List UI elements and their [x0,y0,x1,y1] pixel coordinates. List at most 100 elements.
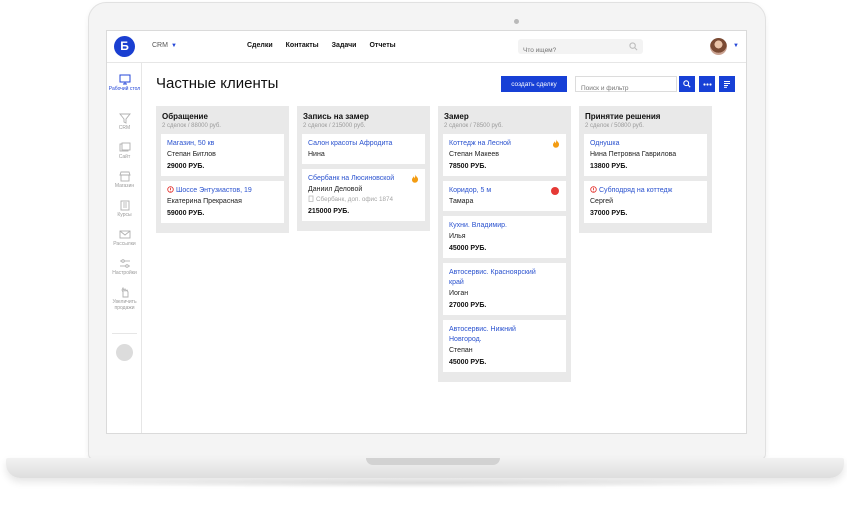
sidebar-item-site[interactable]: Сайт [107,142,142,160]
column-title: Замер [444,112,469,121]
sidebar-item-label: Магазин [114,183,135,189]
module-switcher[interactable]: CRM ▼ [152,42,177,49]
more-dots-icon [702,82,712,86]
nav-deals[interactable]: Сделки [247,42,273,49]
more-button[interactable] [699,76,715,92]
column-summary: 2 сделок / 78500 руб. [444,123,503,129]
nav-reports[interactable]: Отчеты [369,42,395,49]
laptop-base [6,458,844,478]
view-list-button[interactable] [719,76,735,92]
book-icon [120,200,129,211]
column-title: Принятие решения [585,112,661,121]
alert-clock-icon [167,186,174,193]
deal-title[interactable]: Автосервис. Нижний Новгород. [449,325,560,345]
sidebar-item-courses[interactable]: Курсы [107,200,142,218]
deal-card[interactable]: Коридор, 5 м Тамара [443,181,566,211]
deal-note-text: Сбербанк, доп. офис 1874 [316,196,393,203]
sidebar-item-label: Сайт [118,154,131,160]
deal-card[interactable]: Автосервис. Красноярский край Иоган 2700… [443,263,566,315]
deal-price: 78500 РУБ. [449,163,487,170]
user-avatar[interactable] [710,38,727,55]
deal-title[interactable]: Коридор, 5 м [449,186,560,196]
user-icon[interactable] [116,344,133,361]
deal-card[interactable]: Автосервис. Нижний Новгород. Степан 4500… [443,320,566,372]
deal-contact: Илья [449,233,466,240]
top-bar: Б CRM▼ Сделки Контакты Задачи Отчеты ▼ [107,31,746,63]
deal-title-wrap[interactable]: Субподряд на коттедж [590,186,701,196]
deal-title-wrap[interactable]: Шоссе Энтузиастов, 19 [167,186,278,196]
sidebar-item-settings[interactable]: Настройки [107,258,142,276]
deal-card[interactable]: Салон красоты Афродита Нина [302,134,425,164]
nav-tasks[interactable]: Задачи [332,42,357,49]
app-logo[interactable]: Б [114,36,135,57]
global-search-input[interactable] [518,43,626,58]
office-icon [308,195,314,202]
column-summary: 2 сделок / 215000 руб. [303,123,366,129]
site-icon [119,142,130,152]
deal-title[interactable]: Автосервис. Красноярский край [449,268,560,288]
deal-contact: Степан [449,347,473,354]
deal-price: 29000 РУБ. [167,163,205,170]
settings-icon [119,259,130,268]
deal-price: 45000 РУБ. [449,245,487,252]
search-filter-input[interactable] [576,81,676,96]
pipeline-column: Замер 2 сделок / 78500 руб. Коттедж на Л… [438,106,571,382]
search-icon[interactable] [629,42,638,51]
deal-title[interactable]: Кухни. Владимир. [449,221,560,231]
deal-card[interactable]: Кухни. Владимир. Илья 45000 РУБ. [443,216,566,258]
page-title: Частные клиенты [156,75,279,92]
deal-contact: Нина [308,151,325,158]
growth-icon [120,287,128,298]
nav-contacts[interactable]: Контакты [286,42,319,49]
sidebar: Рабочий стол CRM Сайт Магазин Курсы Расс… [107,63,142,433]
sidebar-item-desktop[interactable]: Рабочий стол [107,74,142,92]
sidebar-item-label: Настройки [112,270,137,276]
deal-card[interactable]: Сбербанк на Люсиновской Даниил Деловой С… [302,169,425,221]
deal-price: 215000 РУБ. [308,208,350,215]
sidebar-item-crm[interactable]: CRM [107,113,142,131]
deal-title: Субподряд на коттедж [599,187,673,194]
deal-contact: Степан Битлов [167,151,216,158]
deal-title[interactable]: Коттедж на Лесной [449,139,560,149]
deal-contact: Степан Макеев [449,151,500,158]
stop-icon [551,187,559,195]
deal-title[interactable]: Однушка [590,139,701,149]
sidebar-item-store[interactable]: Магазин [107,171,142,189]
chevron-down-icon[interactable]: ▼ [733,43,739,49]
deal-contact: Даниил Деловой [308,186,363,193]
deal-contact: Нина Петровна Гаврилова [590,151,677,158]
list-view-icon [724,81,730,88]
deal-contact: Сергей [590,198,614,205]
column-title: Запись на замер [303,112,369,121]
global-search [518,39,643,58]
alert-clock-icon [590,186,597,193]
deal-card[interactable]: Шоссе Энтузиастов, 19 Екатерина Прекрасн… [161,181,284,223]
deal-card[interactable]: Магазин, 50 кв Степан Битлов 29000 РУБ. [161,134,284,176]
sidebar-item-mailing[interactable]: Рассылки [107,229,142,247]
create-deal-button[interactable]: создать сделку [501,76,567,92]
column-title: Обращение [162,112,208,121]
deal-price: 45000 РУБ. [449,359,487,366]
deal-contact: Иоган [449,290,469,297]
deal-card[interactable]: Субподряд на коттедж Сергей 37000 РУБ. [584,181,707,223]
column-summary: 2 сделок / 50800 руб. [585,123,644,129]
laptop-notch [366,458,500,465]
deal-price: 37000 РУБ. [590,210,628,217]
deal-price: 59000 РУБ. [167,210,205,217]
deal-title[interactable]: Сбербанк на Люсиновской [308,174,419,184]
screen: Б CRM▼ Сделки Контакты Задачи Отчеты ▼ Р… [106,30,747,434]
mail-icon [119,230,130,239]
sidebar-divider [112,333,137,334]
deal-card[interactable]: Коттедж на Лесной Степан Макеев 78500 РУ… [443,134,566,176]
deal-contact: Тамара [449,198,474,205]
sidebar-item-label: Курсы [117,212,132,218]
deal-title: Шоссе Энтузиастов, 19 [176,187,252,194]
deal-price: 27000 РУБ. [449,302,487,309]
sidebar-item-growth[interactable]: Увеличить продажи [107,287,142,311]
search-button[interactable] [679,76,695,92]
deal-title[interactable]: Магазин, 50 кв [167,139,278,149]
deal-card[interactable]: Однушка Нина Петровна Гаврилова 13800 РУ… [584,134,707,176]
chevron-down-icon: ▼ [170,43,177,49]
deal-title[interactable]: Салон красоты Афродита [308,139,419,149]
funnel-icon [118,113,131,124]
